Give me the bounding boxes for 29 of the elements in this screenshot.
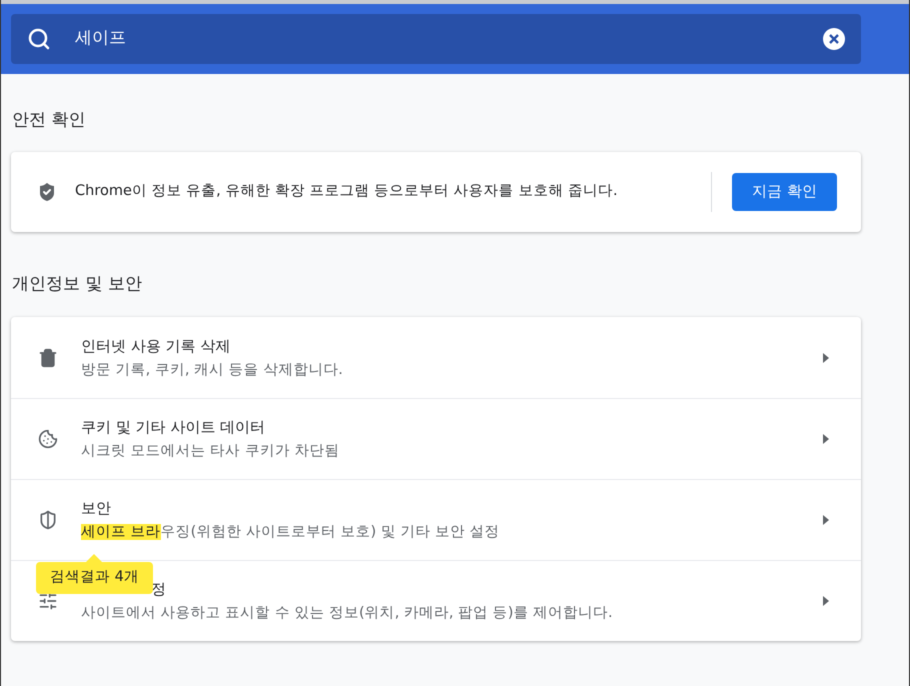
search-field[interactable]: 세이프 [11, 14, 861, 64]
check-now-button[interactable]: 지금 확인 [732, 172, 837, 210]
chevron-icon [823, 515, 829, 525]
cookie-icon [38, 429, 58, 449]
tooltip-pointer-icon [86, 554, 102, 562]
row-title: 보안 [81, 498, 111, 519]
settings-row[interactable]: 인터넷 사용 기록 삭제 방문 기록, 쿠키, 캐시 등을 삭제합니다. [11, 317, 861, 398]
settings-row[interactable]: 쿠키 및 기타 사이트 데이터 시크릿 모드에서는 타사 쿠키가 차단됨 [11, 398, 861, 479]
row-title: 쿠키 및 기타 사이트 데이터 [81, 417, 266, 438]
shield-icon [38, 510, 58, 530]
chevron-icon [823, 434, 829, 444]
chevron-icon [823, 352, 829, 362]
trash-icon [38, 348, 58, 368]
search-result-tooltip: 검색결과 4개 [36, 554, 153, 594]
row-description: 방문 기록, 쿠키, 캐시 등을 삭제합니다. [81, 360, 343, 380]
search-input[interactable]: 세이프 [75, 26, 799, 52]
row-title: 인터넷 사용 기록 삭제 [81, 336, 230, 356]
section-heading: 개인정보 및 보안 [11, 272, 143, 296]
search-icon [27, 27, 51, 51]
section-heading: 안전 확인 [11, 109, 86, 132]
chevron-icon [823, 596, 829, 606]
row-description: 시크릿 모드에서는 타사 쿠키가 차단됨 [81, 442, 340, 461]
row-title: 정 [151, 579, 166, 600]
sliders-icon [38, 591, 58, 611]
row-description: 사이트에서 사용하고 표시할 수 있는 정보(위치, 카메라, 팝업 등)를 제어합니다. [81, 604, 613, 623]
row-description: 세이프 브라우징(위험한 사이트로부터 보호) 및 기타 보안 설정 [81, 523, 500, 542]
safety-description: Chrome이 정보 유출, 유해한 확장 프로그램 등으로부터 사용자를 보호해 줍니다. [75, 182, 619, 201]
settings-row[interactable]: 보안 세이프 브라우징(위험한 사이트로부터 보호) 및 기타 보안 설정 [11, 479, 861, 560]
clear-icon[interactable] [823, 28, 845, 50]
